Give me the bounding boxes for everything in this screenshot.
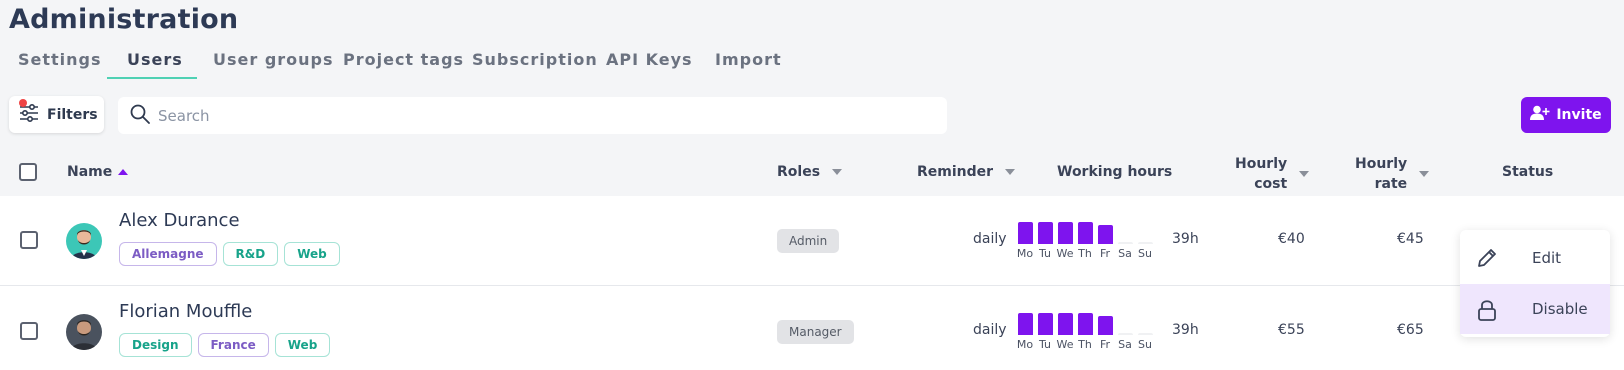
tab-settings[interactable]: Settings (18, 50, 102, 69)
chevron-down-icon (832, 169, 843, 175)
lock-icon (1476, 298, 1498, 326)
tab-users[interactable]: Users (127, 50, 183, 69)
table-header: Name Roles Reminder Working hours Hourly… (0, 150, 1624, 194)
day-hours-bar (1018, 222, 1033, 244)
day-label: Tu (1038, 247, 1052, 260)
user-name[interactable]: Alex Durance (119, 210, 240, 231)
day-label: We (1056, 247, 1074, 260)
active-tab-indicator (107, 77, 197, 79)
tag-badge: Design (119, 333, 192, 357)
day-hours-bar (1138, 333, 1153, 335)
reminder-value: daily (973, 322, 1007, 338)
tab-project-tags[interactable]: Project tags (343, 50, 464, 69)
hourly-cost: €40 (1278, 231, 1305, 247)
reminder-value: daily (973, 231, 1007, 247)
day-label: Sa (1118, 338, 1132, 351)
user-tags: Design France Web (119, 333, 331, 357)
day-hours-bar (1038, 222, 1053, 244)
day-label: Su (1138, 338, 1152, 351)
tag-badge: Web (274, 333, 331, 357)
day-hours-bar (1098, 225, 1113, 244)
column-header-hourly-cost[interactable]: Hourly cost (1235, 154, 1310, 194)
day-label: Su (1138, 247, 1152, 260)
day-label: Fr (1099, 247, 1111, 260)
filters-label: Filters (47, 106, 98, 123)
tag-badge: Web (284, 242, 340, 266)
users-table: Alex Durance Allemagne R&D Web Admin dai… (0, 196, 1624, 370)
day-label: We (1056, 338, 1074, 351)
table-row[interactable]: Florian Mouffle Design France Web Manage… (0, 287, 1624, 370)
tab-subscription[interactable]: Subscription (472, 50, 598, 69)
day-hours-bar (1058, 222, 1073, 244)
disable-menu-item[interactable]: Disable (1460, 284, 1610, 334)
column-header-status: Status (1502, 164, 1554, 180)
day-hours-bar (1118, 333, 1133, 335)
day-label: Th (1078, 338, 1092, 351)
day-hours-bar (1038, 313, 1053, 335)
page-title: Administration (9, 4, 239, 35)
day-label: Mo (1016, 247, 1034, 260)
user-name[interactable]: Florian Mouffle (119, 301, 252, 322)
sort-asc-icon (118, 169, 129, 175)
day-hours-bar (1058, 313, 1073, 335)
avatar (66, 314, 102, 350)
day-label: Fr (1099, 338, 1111, 351)
table-row[interactable]: Alex Durance Allemagne R&D Web Admin dai… (0, 196, 1624, 286)
invite-button[interactable]: Invite (1521, 97, 1611, 133)
tag-badge: France (197, 333, 269, 357)
day-label: Th (1078, 247, 1092, 260)
total-hours: 39h (1172, 231, 1199, 247)
search-input[interactable] (158, 106, 918, 125)
search-icon (130, 104, 150, 128)
day-label: Mo (1016, 338, 1034, 351)
chevron-down-icon (1005, 169, 1016, 175)
tab-user-groups[interactable]: User groups (213, 50, 334, 69)
working-hours-chart: Mo Tu We Th Fr Sa Su (1016, 216, 1156, 260)
row-checkbox[interactable] (20, 322, 38, 340)
total-hours: 39h (1172, 322, 1199, 338)
day-hours-bar (1018, 313, 1033, 335)
column-header-hourly-rate[interactable]: Hourly rate (1355, 154, 1430, 194)
day-label: Sa (1118, 247, 1132, 260)
hourly-rate: €65 (1397, 322, 1424, 338)
day-hours-bar (1118, 242, 1133, 244)
tag-badge: Allemagne (119, 242, 217, 266)
chevron-down-icon (1299, 171, 1310, 177)
hourly-rate: €45 (1397, 231, 1424, 247)
day-hours-bar (1078, 222, 1093, 244)
edit-menu-item[interactable]: Edit (1460, 233, 1610, 283)
column-header-working-hours: Working hours (1057, 164, 1173, 180)
filters-button[interactable]: Filters (9, 96, 104, 133)
pencil-icon (1476, 247, 1498, 273)
row-actions-menu: Edit Disable (1460, 230, 1610, 337)
day-hours-bar (1138, 242, 1153, 244)
day-hours-bar (1078, 313, 1093, 335)
user-tags: Allemagne R&D Web (119, 242, 340, 266)
column-header-name[interactable]: Name (67, 164, 129, 180)
search-box (118, 97, 947, 134)
tab-api-keys[interactable]: API Keys (606, 50, 693, 69)
avatar (66, 223, 102, 259)
chevron-down-icon (1419, 171, 1430, 177)
day-label: Tu (1038, 338, 1052, 351)
tag-badge: R&D (222, 242, 279, 266)
user-plus-icon (1530, 105, 1550, 125)
day-hours-bar (1098, 316, 1113, 335)
row-checkbox[interactable] (20, 231, 38, 249)
invite-label: Invite (1556, 107, 1602, 123)
column-header-roles[interactable]: Roles (777, 164, 843, 180)
hourly-cost: €55 (1278, 322, 1305, 338)
role-badge: Manager (777, 320, 854, 344)
working-hours-chart: Mo Tu We Th Fr Sa Su (1016, 307, 1156, 351)
tab-import[interactable]: Import (715, 50, 782, 69)
active-filter-indicator (19, 99, 27, 107)
column-header-reminder[interactable]: Reminder (917, 164, 1016, 180)
select-all-checkbox[interactable] (19, 163, 37, 181)
role-badge: Admin (777, 229, 840, 253)
